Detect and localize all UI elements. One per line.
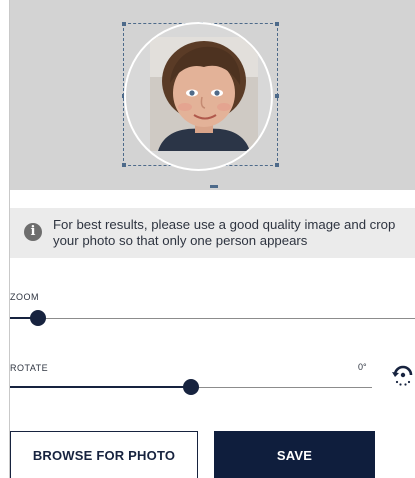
crop-handle-right[interactable] <box>275 94 279 98</box>
browse-for-photo-button[interactable]: BROWSE FOR PHOTO <box>10 431 198 478</box>
rotate-slider-thumb[interactable] <box>183 379 199 395</box>
photo-editor: i For best results, please use a good qu… <box>0 0 415 478</box>
info-icon: i <box>24 223 42 241</box>
rotate-label: ROTATE <box>10 363 49 373</box>
zoom-label: ZOOM <box>10 292 39 302</box>
rotate-value: 0° <box>358 362 367 372</box>
zoom-slider[interactable] <box>10 310 415 326</box>
zoom-slider-thumb[interactable] <box>30 310 46 326</box>
crop-handle-bottom-left[interactable] <box>122 163 126 167</box>
rotate-icon <box>392 365 413 386</box>
rotate-slider-fill <box>10 386 191 388</box>
rotate-reset-button[interactable] <box>391 362 415 388</box>
rotate-slider[interactable] <box>10 379 372 395</box>
crop-area[interactable] <box>10 0 415 190</box>
crop-handle-top-left[interactable] <box>122 22 126 26</box>
info-text: For best results, please use a good qual… <box>53 217 396 248</box>
info-banner: i For best results, please use a good qu… <box>10 208 415 258</box>
portrait-photo <box>150 37 258 151</box>
crop-handle-top-right[interactable] <box>275 22 279 26</box>
save-button[interactable]: SAVE <box>214 431 375 478</box>
crop-edge-marker <box>210 185 218 188</box>
crop-handle-bottom-right[interactable] <box>275 163 279 167</box>
crop-circle[interactable] <box>124 22 273 171</box>
